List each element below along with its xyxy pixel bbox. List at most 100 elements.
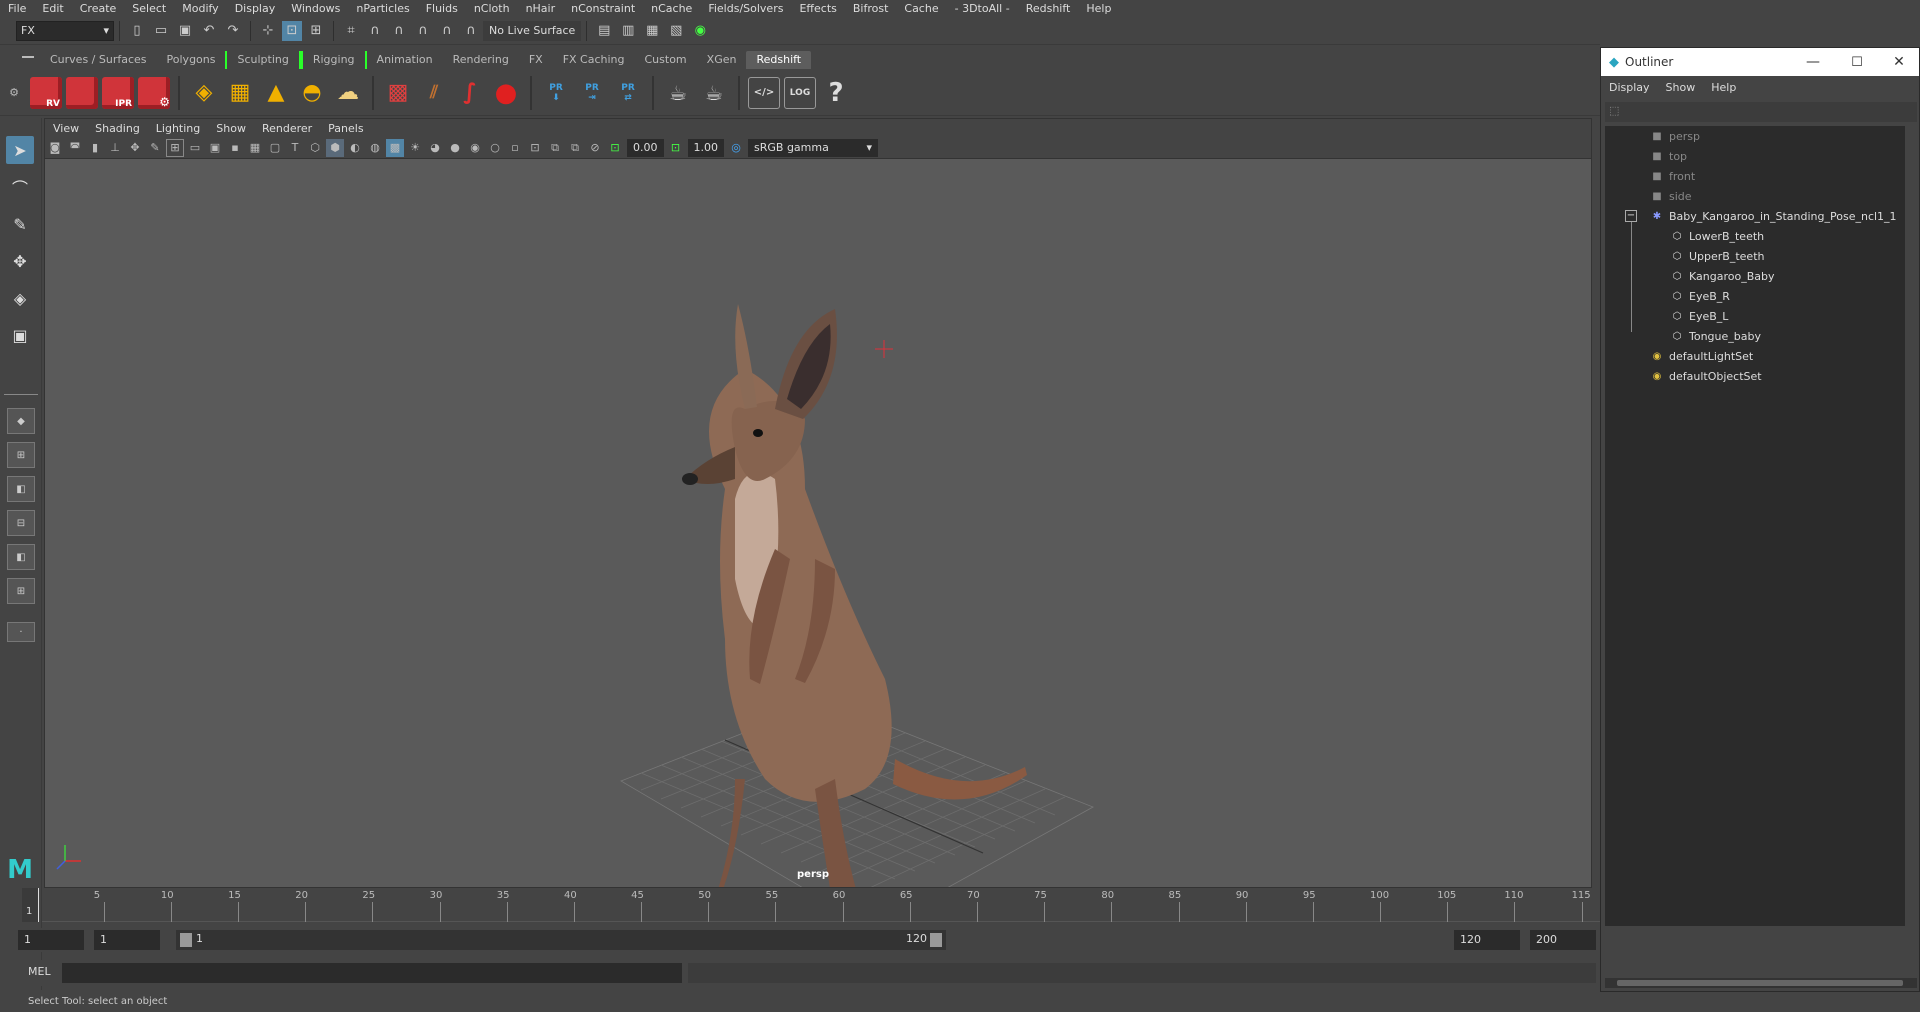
four-view-layout-icon[interactable]: ⊞ (7, 442, 35, 468)
outliner-item-top[interactable]: ■ top (1649, 146, 1687, 166)
undo-icon[interactable]: ↶ (199, 21, 219, 41)
range-slider-track[interactable]: 1 120 (176, 930, 946, 950)
end-time-field[interactable]: 200 (1530, 930, 1596, 950)
shelf-tab-rigging[interactable]: Rigging (300, 51, 367, 69)
outliner-item-kangaroo-baby[interactable]: ⬡ Kangaroo_Baby (1669, 266, 1775, 286)
3d-viewport[interactable]: persp (45, 159, 1591, 887)
color-management-icon[interactable]: ◎ (727, 139, 745, 157)
rs-bake-set-button[interactable]: ☕ (698, 77, 730, 109)
shelf-tab-fx[interactable]: FX (519, 51, 553, 69)
command-input[interactable] (62, 963, 682, 983)
shelf-tab-xgen[interactable]: XGen (697, 51, 747, 69)
vp-menu-show[interactable]: Show (208, 122, 254, 135)
menu-display[interactable]: Display (227, 0, 284, 17)
rs-hair-button[interactable]: ⫽ (418, 77, 450, 109)
menu-create[interactable]: Create (72, 0, 125, 17)
rs-spot-light-button[interactable]: ▲ (260, 77, 292, 109)
vp-menu-lighting[interactable]: Lighting (148, 122, 208, 135)
minimize-icon[interactable]: — (1791, 54, 1835, 70)
rs-sun-sky-button[interactable]: ☁ (332, 77, 364, 109)
menu-ncloth[interactable]: nCloth (466, 0, 518, 17)
collapse-layout-icon[interactable]: · (7, 622, 35, 642)
menu-fields-solvers[interactable]: Fields/Solvers (700, 0, 791, 17)
command-language-label[interactable]: MEL (28, 965, 51, 978)
select-tool-icon[interactable]: ➤ (6, 136, 34, 164)
outliner-horizontal-scrollbar[interactable] (1605, 978, 1917, 988)
rs-log-button[interactable]: LOG (784, 76, 816, 109)
menu-ncache[interactable]: nCache (643, 0, 700, 17)
outliner-search-field[interactable]: ⬚ (1605, 102, 1917, 122)
vp-menu-panels[interactable]: Panels (320, 122, 371, 135)
shelf-tab-polygons[interactable]: Polygons (157, 51, 226, 69)
outliner-item-group[interactable]: ✱ Baby_Kangaroo_in_Standing_Pose_ncl1_1 (1649, 206, 1897, 226)
shelf-tab-fx-caching[interactable]: FX Caching (553, 51, 635, 69)
xray-active-icon[interactable]: ⧉ (566, 139, 584, 157)
outliner-item-side[interactable]: ■ side (1649, 186, 1691, 206)
exposure-icon[interactable]: ⊡ (606, 139, 624, 157)
redshift-render-settings-button[interactable]: ⚙ (138, 76, 170, 109)
menu-edit[interactable]: Edit (34, 0, 71, 17)
snap-surface-icon[interactable]: ∩ (437, 21, 457, 41)
snap-curve-icon[interactable]: ∩ (365, 21, 385, 41)
outliner-menu-display[interactable]: Display (1601, 81, 1658, 94)
anti-aliasing-icon[interactable]: ○ (486, 139, 504, 157)
rs-volume-button[interactable]: ▩ (382, 77, 414, 109)
rs-dome-light-button[interactable]: ◓ (296, 77, 328, 109)
custom-layout-icon[interactable]: ⊞ (7, 578, 35, 604)
start-time-field[interactable]: 1 (18, 930, 84, 950)
screen-space-ao-icon[interactable]: ● (446, 139, 464, 157)
snap-point-icon[interactable]: ∩ (389, 21, 409, 41)
range-end-handle[interactable] (930, 933, 942, 947)
shadows-icon[interactable]: ◕ (426, 139, 444, 157)
close-icon[interactable]: ✕ (1879, 54, 1919, 70)
outliner-item-default-light-set[interactable]: ◉ defaultLightSet (1649, 346, 1754, 366)
field-chart-icon[interactable]: ▦ (246, 139, 264, 157)
depth-of-field-icon[interactable]: ▫ (506, 139, 524, 157)
rs-strand-button[interactable]: ∫ (454, 77, 486, 109)
rs-proxy-export-button[interactable]: PR ⬇ (540, 77, 572, 109)
menu-file[interactable]: File (0, 0, 34, 17)
single-perspective-layout-icon[interactable]: ◆ (7, 408, 35, 434)
rs-script-button[interactable]: </> (748, 76, 780, 109)
outliner-item-tongue-baby[interactable]: ⬡ Tongue_baby (1669, 326, 1761, 346)
hypershade-icon[interactable]: ◉ (690, 21, 710, 41)
menu-nconstraint[interactable]: nConstraint (563, 0, 643, 17)
collapse-toggle-icon[interactable]: − (1625, 210, 1637, 222)
menu-set-dropdown[interactable]: FX ▾ (16, 20, 114, 41)
persp-graph-layout-icon[interactable]: ⊟ (7, 510, 35, 536)
image-plane-icon[interactable]: ⊥ (106, 139, 124, 157)
camera-attributes-icon[interactable]: ◚ (66, 139, 84, 157)
playback-end-field[interactable]: 120 (1454, 930, 1520, 950)
select-component-icon[interactable]: ⊞ (306, 21, 326, 41)
shelf-tab-redshift[interactable]: Redshift (746, 51, 812, 69)
menu-nparticles[interactable]: nParticles (348, 0, 417, 17)
camera-select-icon[interactable]: ◙ (46, 139, 64, 157)
scale-tool-icon[interactable]: ▣ (6, 321, 34, 349)
menu-3dtoall[interactable]: - 3DtoAll - (947, 0, 1018, 17)
snap-live-icon[interactable]: ∩ (461, 21, 481, 41)
vp-menu-view[interactable]: View (45, 122, 87, 135)
persp-outliner-layout-icon[interactable]: ◧ (7, 476, 35, 502)
outliner-item-lowerb-teeth[interactable]: ⬡ LowerB_teeth (1669, 226, 1765, 246)
wireframe-on-shaded-icon[interactable]: ◍ (366, 139, 384, 157)
range-start-handle[interactable] (180, 933, 192, 947)
use-all-lights-icon[interactable]: ☀ (406, 139, 424, 157)
film-gate-icon[interactable]: ▭ (186, 139, 204, 157)
rs-proxy-import-button[interactable]: PR ⇥ (576, 77, 608, 109)
default-material-icon[interactable]: ◐ (346, 139, 364, 157)
menu-cache[interactable]: Cache (896, 0, 946, 17)
persp-hypershade-layout-icon[interactable]: ◧ (7, 544, 35, 570)
playhead[interactable] (38, 888, 39, 922)
move-tool-icon[interactable]: ✥ (6, 247, 34, 275)
shelf-settings-icon[interactable]: ⚙ (0, 86, 28, 99)
menu-select[interactable]: Select (124, 0, 174, 17)
live-surface-field[interactable]: No Live Surface (483, 20, 582, 41)
gamma-field[interactable]: 1.00 (687, 138, 724, 157)
time-slider[interactable]: 1 5 10 15 20 25 30 35 40 45 50 55 60 65 70 75 80 85 90 95 1… (22, 888, 1600, 922)
shelf-tab-rendering[interactable]: Rendering (443, 51, 519, 69)
outliner-item-upperb-teeth[interactable]: ⬡ UpperB_teeth (1669, 246, 1765, 266)
menu-modify[interactable]: Modify (174, 0, 226, 17)
rs-portal-light-button[interactable]: ▦ (224, 77, 256, 109)
redshift-render-view-button[interactable]: RV (30, 76, 62, 109)
xray-joints-icon[interactable]: ⊘ (586, 139, 604, 157)
